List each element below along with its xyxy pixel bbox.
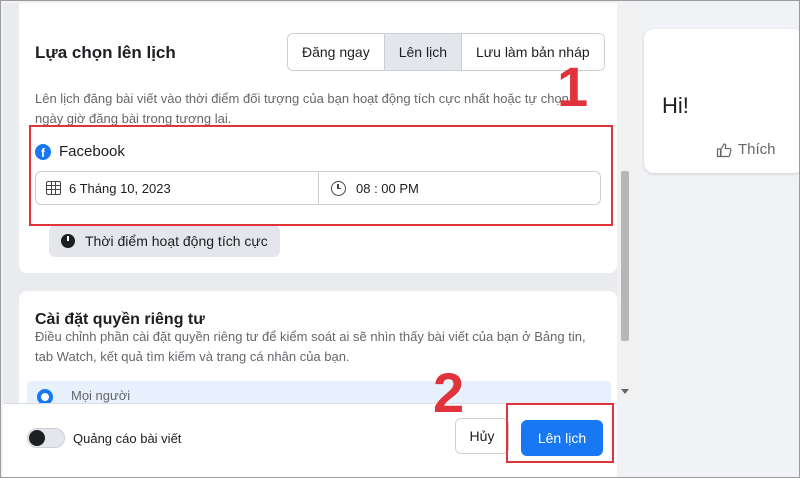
preview-post-text: Hi!	[662, 93, 689, 118]
step-number-1: 1	[557, 55, 589, 118]
boost-post-toggle[interactable]	[27, 428, 65, 448]
boost-post-label: Quảng cáo bài viết	[73, 431, 182, 446]
active-time-clock-icon	[61, 234, 75, 248]
like-button[interactable]: Thích	[716, 141, 776, 158]
scrollbar-thumb[interactable]	[621, 171, 629, 341]
like-label: Thích	[738, 141, 776, 158]
schedule-options-title: Lựa chọn lên lịch	[35, 43, 176, 62]
active-times-label: Thời điểm hoạt động tích cực	[85, 233, 268, 249]
toggle-knob	[29, 430, 45, 446]
vertical-scrollbar[interactable]	[617, 3, 633, 401]
step-number-2: 2	[433, 361, 465, 424]
thumbs-up-icon	[716, 142, 732, 157]
privacy-description: Điều chỉnh phần cài đặt quyền riêng tư đ…	[35, 329, 586, 364]
audience-option-label: Mọi người	[71, 388, 131, 403]
schedule-description: Lên lịch đăng bài viết vào thời điểm đối…	[35, 91, 569, 126]
active-times-button[interactable]: Thời điểm hoạt động tích cực	[49, 225, 280, 257]
screenshot-frame: Lựa chọn lên lịch Đăng ngay Lên lịch Lưu…	[0, 0, 800, 478]
post-preview-card: Hi! Thích	[644, 29, 799, 173]
scroll-down-arrow-icon[interactable]	[621, 389, 629, 394]
tab-publish-now[interactable]: Đăng ngay	[288, 34, 385, 70]
tab-schedule[interactable]: Lên lịch	[384, 34, 462, 70]
highlight-box-submit	[506, 403, 614, 463]
highlight-box-schedule	[29, 125, 613, 226]
